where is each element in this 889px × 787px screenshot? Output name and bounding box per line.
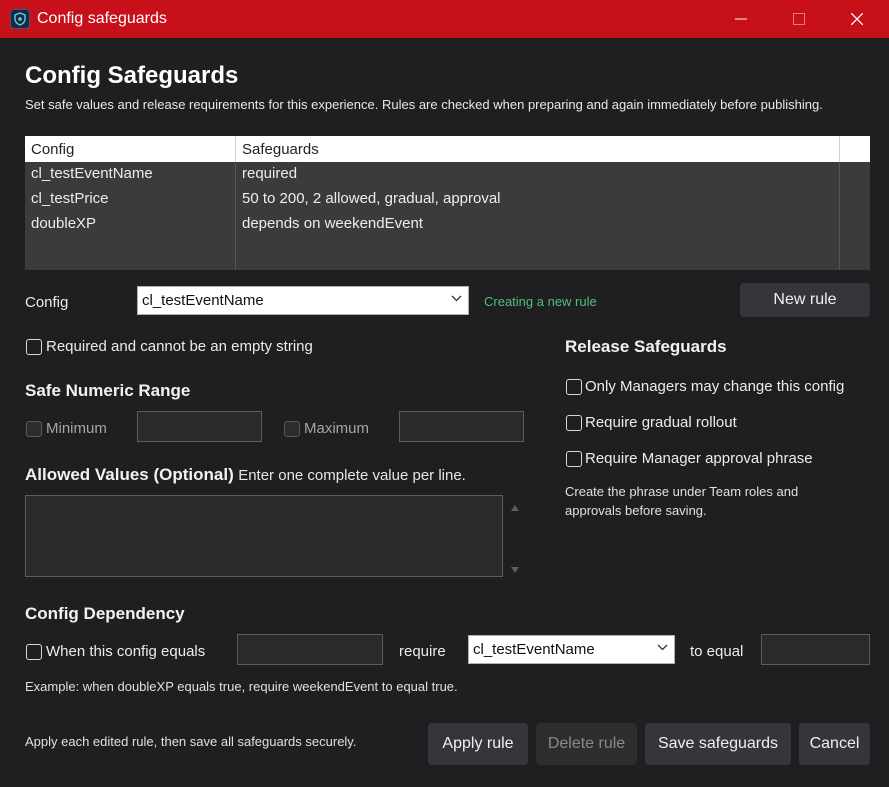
shield-icon — [10, 9, 30, 29]
approval-phrase-label: Require Manager approval phrase — [585, 450, 813, 467]
config-dependency-title: Config Dependency — [25, 604, 185, 623]
status-text: Creating a new rule — [484, 294, 597, 309]
delete-rule-button[interactable]: Delete rule — [536, 723, 637, 765]
minimize-button[interactable] — [718, 0, 764, 38]
scroll-down-arrow-icon[interactable] — [509, 562, 521, 573]
chevron-down-icon — [451, 295, 462, 302]
title-bar: Config safeguards — [0, 0, 889, 38]
table-header: Config Safeguards — [25, 136, 870, 162]
page-title: Config Safeguards — [25, 62, 239, 89]
footer-hint: Apply each edited rule, then save all sa… — [25, 734, 357, 749]
cell-config: doubleXP — [31, 215, 97, 232]
minimize-icon — [735, 18, 747, 20]
cancel-button[interactable]: Cancel — [799, 723, 870, 765]
when-config-equals-label: When this config equals — [46, 643, 206, 660]
scroll-up-arrow-icon[interactable] — [509, 500, 521, 511]
to-equal-label: to equal — [690, 643, 744, 660]
maximize-icon — [793, 13, 805, 25]
allowed-values-header: Allowed Values (Optional) Enter one comp… — [25, 465, 466, 485]
maximum-label: Maximum — [304, 420, 370, 437]
allowed-values-title: Allowed Values (Optional) — [25, 465, 234, 484]
page-subtitle: Set safe values and release requirements… — [25, 97, 823, 112]
config-select-value: cl_testEventName — [142, 292, 264, 309]
rules-table[interactable]: Config Safeguards cl_testEventName requi… — [25, 136, 870, 270]
minimum-checkbox[interactable] — [26, 421, 42, 437]
chevron-down-icon — [657, 644, 668, 651]
close-icon — [851, 13, 863, 25]
cell-safeguards: depends on weekendEvent — [242, 215, 423, 232]
apply-rule-button[interactable]: Apply rule — [428, 723, 528, 765]
table-row[interactable]: cl_testPrice 50 to 200, 2 allowed, gradu… — [25, 187, 839, 212]
numeric-range-title: Safe Numeric Range — [25, 381, 191, 400]
release-note-line1: Create the phrase under Team roles and — [565, 484, 799, 499]
cell-config: cl_testPrice — [31, 190, 109, 207]
config-label: Config — [25, 294, 69, 311]
allowed-values-hint: Enter one complete value per line. — [238, 467, 466, 484]
gradual-rollout-checkbox[interactable] — [566, 415, 582, 431]
maximum-checkbox[interactable] — [284, 421, 300, 437]
managers-only-label: Only Managers may change this config — [585, 378, 845, 395]
dependency-example: Example: when doubleXP equals true, requ… — [25, 679, 458, 694]
maximize-button[interactable] — [776, 0, 822, 38]
cell-safeguards: 50 to 200, 2 allowed, gradual, approval — [242, 190, 501, 207]
required-checkbox[interactable] — [26, 339, 42, 355]
close-button[interactable] — [834, 0, 880, 38]
save-safeguards-button[interactable]: Save safeguards — [645, 723, 791, 765]
new-rule-button[interactable]: New rule — [740, 283, 870, 317]
table-row[interactable]: doubleXP depends on weekendEvent — [25, 212, 839, 237]
managers-only-checkbox[interactable] — [566, 379, 582, 395]
approval-phrase-checkbox[interactable] — [566, 451, 582, 467]
maximum-input[interactable] — [399, 411, 524, 442]
config-select[interactable]: cl_testEventName — [137, 286, 469, 315]
require-label: require — [399, 643, 446, 660]
require-config-select-value: cl_testEventName — [473, 641, 595, 658]
minimum-label: Minimum — [46, 420, 107, 437]
header-divider — [235, 136, 236, 162]
dependency-checkbox[interactable] — [26, 644, 42, 660]
require-config-select[interactable]: cl_testEventName — [468, 635, 675, 664]
allowed-values-textarea[interactable] — [25, 495, 503, 577]
release-note-line2: approvals before saving. — [565, 503, 707, 518]
to-equal-input[interactable] — [761, 634, 870, 665]
cell-config: cl_testEventName — [31, 165, 153, 182]
required-label: Required and cannot be an empty string — [46, 338, 313, 355]
column-header-safeguards[interactable]: Safeguards — [242, 141, 319, 158]
window-title: Config safeguards — [37, 10, 167, 27]
header-divider — [839, 136, 840, 162]
table-row[interactable]: cl_testEventName required — [25, 162, 839, 187]
when-value-input[interactable] — [237, 634, 383, 665]
gradual-rollout-label: Require gradual rollout — [585, 414, 737, 431]
release-safeguards-title: Release Safeguards — [565, 337, 727, 356]
cell-safeguards: required — [242, 165, 298, 182]
column-header-config[interactable]: Config — [31, 141, 74, 158]
minimum-input[interactable] — [137, 411, 262, 442]
